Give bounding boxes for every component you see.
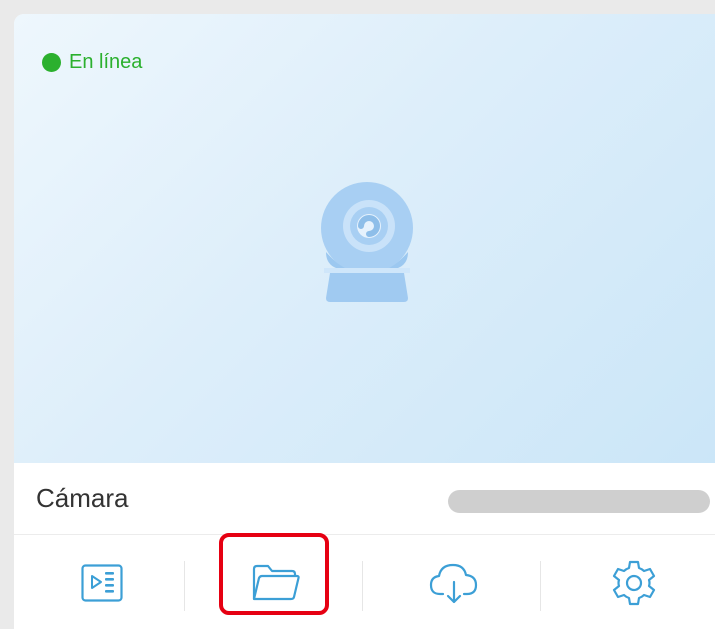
action-bar (14, 535, 715, 629)
action-separator (362, 561, 363, 611)
playback-button[interactable] (72, 553, 132, 613)
online-status: En línea (42, 51, 142, 73)
camera-card: En línea Cámara (14, 14, 715, 629)
cloud-download-icon (429, 563, 478, 604)
video-list-icon (81, 564, 123, 602)
screen-frame: En línea Cámara (0, 0, 715, 629)
action-separator (184, 561, 185, 611)
device-info-row: Cámara (14, 463, 715, 534)
cloud-button[interactable] (424, 553, 484, 613)
device-name: Cámara (36, 483, 129, 513)
camera-placeholder-icon (321, 182, 413, 302)
action-separator (540, 561, 541, 611)
files-button-highlight (219, 533, 329, 615)
online-dot-icon (42, 52, 61, 72)
settings-button[interactable] (604, 553, 664, 613)
online-status-label: En línea (69, 51, 143, 73)
redacted-device-id (448, 490, 710, 513)
camera-preview[interactable]: En línea (14, 14, 715, 463)
gear-icon (612, 560, 656, 606)
